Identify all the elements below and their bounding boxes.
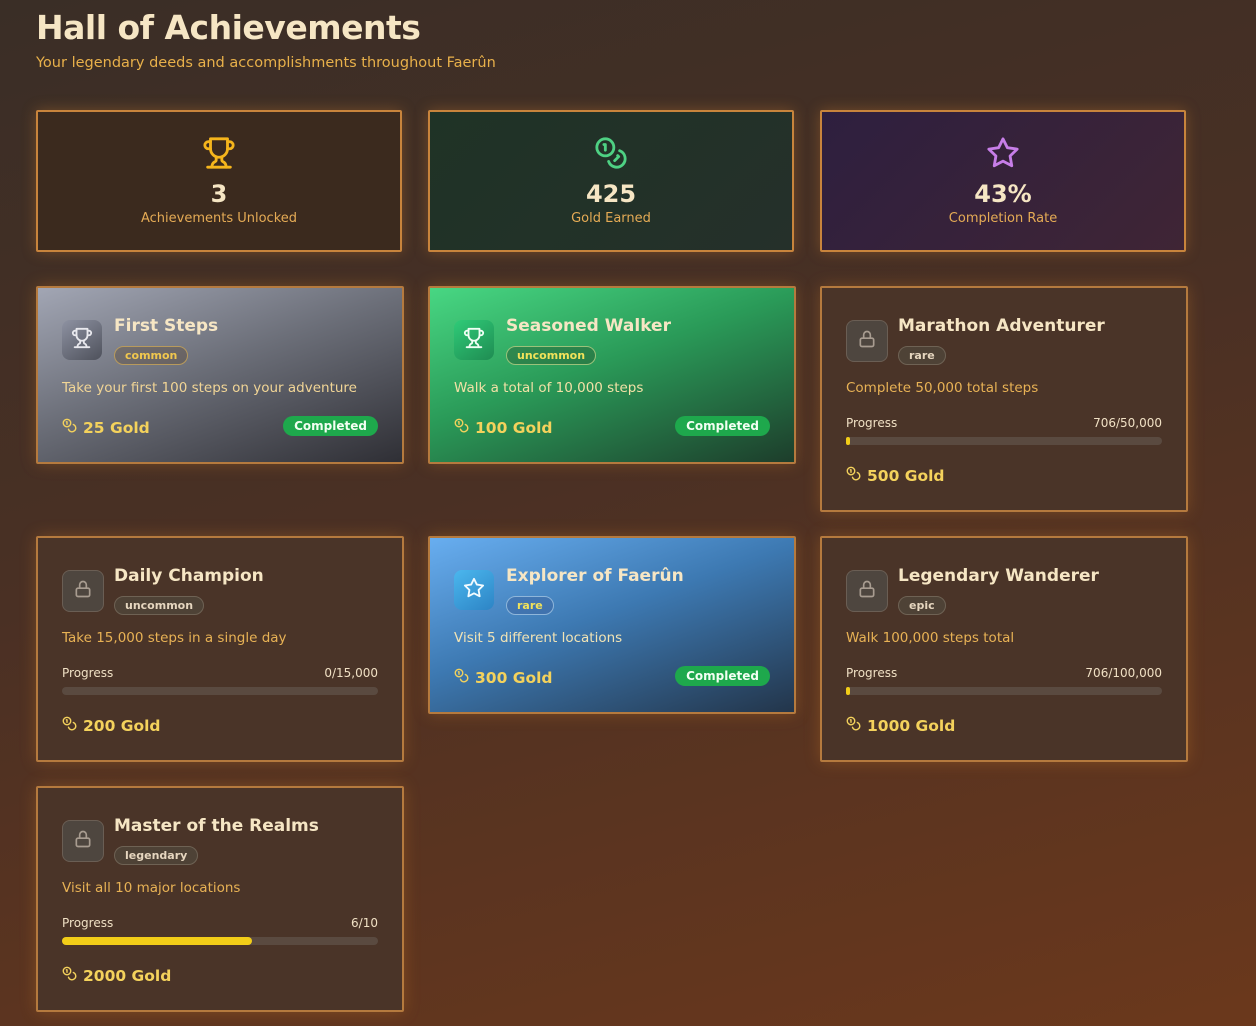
achievement-title: Legendary Wanderer: [898, 566, 1099, 586]
achievement-icon-box: [62, 570, 104, 612]
achievement-icon-box: [846, 570, 888, 612]
rarity-badge: uncommon: [506, 346, 597, 365]
rarity-badge: rare: [898, 346, 946, 365]
lock-icon: [73, 579, 93, 603]
rarity-badge: common: [114, 346, 189, 365]
rarity-badge: legendary: [114, 846, 199, 865]
coins-icon: [430, 136, 792, 170]
coins-icon: [62, 418, 77, 437]
lock-icon: [857, 579, 877, 603]
star-icon: [822, 136, 1184, 170]
stat-gold-earned: 425 Gold Earned: [428, 110, 794, 252]
reward-label: 25 Gold: [83, 418, 150, 437]
page-subtitle: Your legendary deeds and accomplishments…: [36, 55, 496, 71]
progress-bar: [846, 687, 1162, 695]
achievement-description: Visit 5 different locations: [454, 630, 623, 646]
coins-icon: [454, 418, 469, 437]
reward-label: 2000 Gold: [83, 966, 172, 985]
achievement-reward: 500 Gold: [846, 466, 945, 485]
achievement-card-marathon-adventurer[interactable]: Marathon Adventurer rare Complete 50,000…: [820, 286, 1188, 512]
completed-badge: Completed: [675, 416, 770, 436]
lock-icon: [73, 829, 93, 853]
coins-icon: [454, 668, 469, 687]
progress-label: Progress: [846, 416, 898, 430]
rarity-badge: rare: [506, 596, 554, 615]
achievement-card-seasoned-walker[interactable]: Seasoned Walker uncommon Walk a total of…: [428, 286, 796, 464]
progress-fill: [62, 937, 252, 945]
achievement-reward: 200 Gold: [62, 716, 161, 735]
reward-label: 500 Gold: [867, 466, 945, 485]
achievement-card-first-steps[interactable]: First Steps common Take your first 100 s…: [36, 286, 404, 464]
progress-bar: [62, 937, 378, 945]
rarity-badge: uncommon: [114, 596, 205, 615]
progress-fill: [846, 687, 850, 695]
trophy-icon: [38, 136, 400, 170]
achievement-title: Seasoned Walker: [506, 316, 671, 336]
coins-icon: [846, 716, 861, 735]
star-icon: [463, 577, 485, 603]
achievement-description: Take your first 100 steps on your advent…: [62, 380, 357, 396]
achievement-reward: 100 Gold: [454, 418, 553, 437]
stat-value: 425: [585, 180, 637, 208]
achievement-title: Explorer of Faerûn: [506, 566, 684, 586]
reward-label: 1000 Gold: [867, 716, 956, 735]
stat-label: Completion Rate: [948, 211, 1058, 226]
achievement-icon-box: [454, 320, 494, 360]
progress-count: 0/15,000: [324, 666, 378, 680]
achievement-description: Walk a total of 10,000 steps: [454, 380, 644, 396]
trophy-icon: [71, 327, 93, 353]
page-title: Hall of Achievements: [36, 8, 421, 47]
coins-icon: [62, 716, 77, 735]
achievement-icon-box: [846, 320, 888, 362]
stat-value: 3: [210, 180, 228, 208]
achievement-reward: 25 Gold: [62, 418, 150, 437]
lock-icon: [857, 329, 877, 353]
progress-label: Progress: [846, 666, 898, 680]
achievement-description: Take 15,000 steps in a single day: [62, 630, 287, 646]
reward-label: 100 Gold: [475, 418, 553, 437]
stat-value: 43%: [974, 180, 1032, 208]
coins-icon: [62, 966, 77, 985]
progress-bar: [846, 437, 1162, 445]
achievement-reward: 300 Gold: [454, 668, 553, 687]
completed-badge: Completed: [283, 416, 378, 436]
achievement-title: Marathon Adventurer: [898, 316, 1105, 336]
achievement-card-master-of-the-realms[interactable]: Master of the Realms legendary Visit all…: [36, 786, 404, 1012]
achievement-icon-box: [62, 820, 104, 862]
achievement-description: Complete 50,000 total steps: [846, 380, 1039, 396]
progress-count: 706/50,000: [1093, 416, 1162, 430]
achievement-card-legendary-wanderer[interactable]: Legendary Wanderer epic Walk 100,000 ste…: [820, 536, 1188, 762]
achievement-description: Walk 100,000 steps total: [846, 630, 1015, 646]
reward-label: 200 Gold: [83, 716, 161, 735]
achievement-reward: 2000 Gold: [62, 966, 171, 985]
achievement-description: Visit all 10 major locations: [62, 880, 241, 896]
progress-label: Progress: [62, 916, 114, 930]
reward-label: 300 Gold: [475, 668, 553, 687]
achievement-title: Master of the Realms: [114, 816, 319, 836]
progress-fill: [846, 437, 851, 445]
achievement-title: First Steps: [114, 316, 219, 336]
page-header: Hall of Achievements Your legendary deed…: [36, 8, 496, 71]
achievement-card-daily-champion[interactable]: Daily Champion uncommon Take 15,000 step…: [36, 536, 404, 762]
completed-badge: Completed: [675, 666, 770, 686]
rarity-badge: epic: [898, 596, 946, 615]
stat-label: Achievements Unlocked: [140, 211, 298, 226]
progress-count: 6/10: [351, 916, 378, 930]
achievement-reward: 1000 Gold: [846, 716, 955, 735]
stats-row: 3 Achievements Unlocked 425 Gold Earned …: [36, 110, 1188, 254]
achievement-icon-box: [62, 320, 102, 360]
coins-icon: [846, 466, 861, 485]
progress-bar: [62, 687, 378, 695]
progress-label: Progress: [62, 666, 114, 680]
stat-label: Gold Earned: [571, 211, 651, 226]
achievement-title: Daily Champion: [114, 566, 264, 586]
achievement-icon-box: [454, 570, 494, 610]
stat-achievements-unlocked: 3 Achievements Unlocked: [36, 110, 402, 252]
progress-count: 706/100,000: [1085, 666, 1162, 680]
stat-completion-rate: 43% Completion Rate: [820, 110, 1186, 252]
achievement-card-explorer-of-faerun[interactable]: Explorer of Faerûn rare Visit 5 differen…: [428, 536, 796, 714]
trophy-icon: [463, 327, 485, 353]
